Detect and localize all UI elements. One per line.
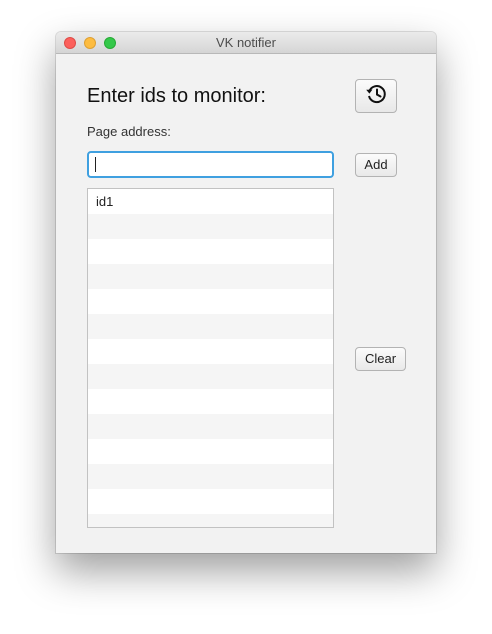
window-title: VK notifier — [216, 35, 276, 50]
empty-list-row[interactable] — [88, 439, 333, 464]
title-bar[interactable]: VK notifier — [56, 32, 436, 54]
app-window: VK notifier Enter ids to monitor: Page a… — [56, 32, 436, 553]
empty-list-row[interactable] — [88, 489, 333, 514]
empty-list-row[interactable] — [88, 264, 333, 289]
empty-list-row[interactable] — [88, 239, 333, 264]
empty-list-row[interactable] — [88, 289, 333, 314]
empty-list-row[interactable] — [88, 314, 333, 339]
add-button[interactable]: Add — [355, 153, 397, 177]
page-address-input[interactable] — [87, 151, 334, 178]
empty-list-row[interactable] — [88, 514, 333, 527]
page-address-label: Page address: — [87, 124, 171, 139]
ids-list[interactable]: id1 — [87, 188, 334, 528]
empty-list-row[interactable] — [88, 214, 333, 239]
history-icon — [364, 82, 388, 111]
text-caret — [95, 157, 96, 172]
clear-button[interactable]: Clear — [355, 347, 406, 371]
list-item[interactable]: id1 — [88, 189, 333, 214]
empty-list-row[interactable] — [88, 364, 333, 389]
empty-list-row[interactable] — [88, 339, 333, 364]
history-button[interactable] — [355, 79, 397, 113]
empty-list-row[interactable] — [88, 464, 333, 489]
empty-list-row[interactable] — [88, 389, 333, 414]
empty-list-row[interactable] — [88, 414, 333, 439]
page-heading: Enter ids to monitor: — [87, 85, 266, 107]
